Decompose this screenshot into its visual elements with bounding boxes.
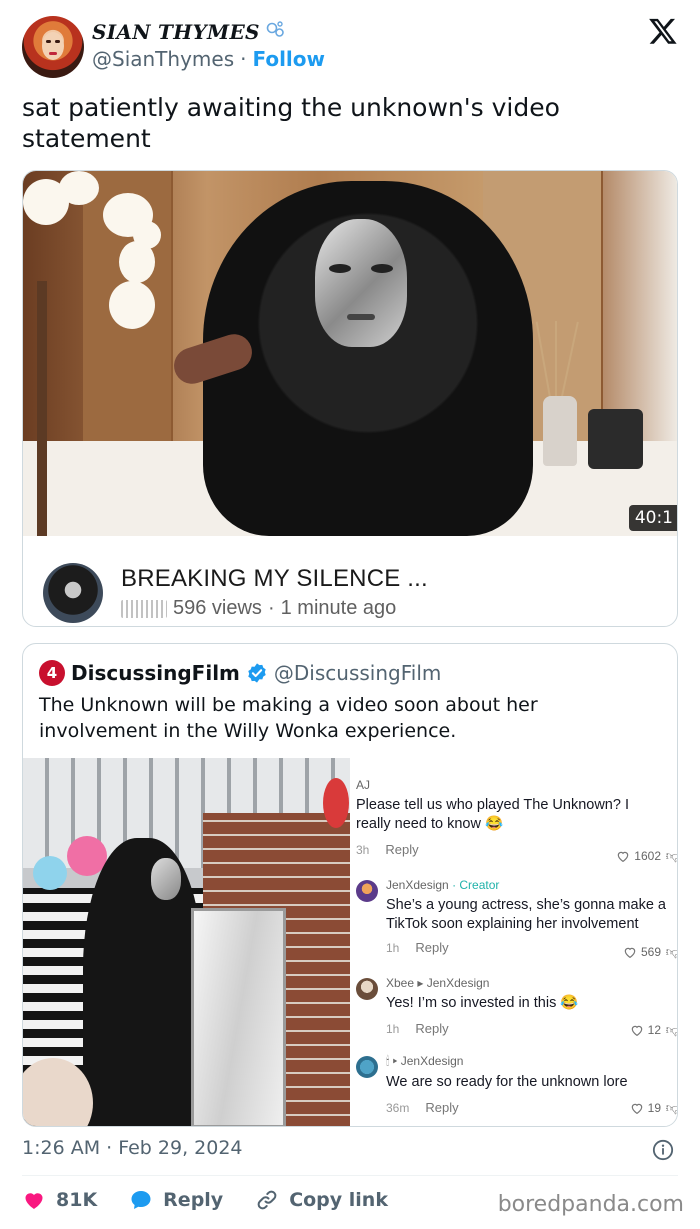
video-age: 1 minute ago (280, 597, 397, 619)
comment-user-row: 🕯 ▸ JenXdesign (350, 1054, 677, 1069)
comment-text: Yes! I’m so invested in this 😂 (386, 995, 579, 1011)
comment-avatar[interactable] (356, 978, 378, 1000)
comment-reply-to[interactable]: JenXdesign (427, 976, 490, 990)
channel-avatar[interactable] (43, 563, 103, 623)
creator-tag: · Creator (452, 878, 500, 892)
comment-reply-button[interactable]: Reply (415, 1021, 448, 1036)
author-display-name[interactable]: SIAN THYMES (92, 20, 260, 44)
quoted-tweet[interactable]: 4 DiscussingFilm @DiscussingFilm The Unk… (22, 643, 678, 1127)
comment-user-row: Xbee ▸ JenXdesign (350, 976, 677, 990)
comment-like-count: 19 (647, 1101, 661, 1115)
comment-item: Xbee ▸ JenXdesign Yes! I’m so invested i… (350, 976, 677, 1038)
comment-like-count: 569 (640, 945, 661, 959)
separator: · (267, 597, 275, 619)
like-count: 81K (56, 1189, 98, 1211)
heart-icon (25, 1193, 43, 1209)
quoted-name[interactable]: DiscussingFilm (71, 661, 240, 685)
heart-outline-icon (631, 1103, 642, 1115)
video-views: 596 views (173, 597, 262, 619)
quoted-handle[interactable]: @DiscussingFilm (274, 661, 441, 685)
verified-badge-icon (248, 663, 266, 683)
discussingfilm-logo-icon[interactable]: 4 (39, 660, 65, 686)
quoted-photo[interactable] (23, 758, 350, 1126)
comment-like-button[interactable]: 569 (622, 944, 661, 960)
comment-avatar[interactable] (356, 880, 378, 902)
follow-button[interactable]: Follow (252, 47, 325, 71)
reply-arrow-icon: ▸ (417, 976, 424, 990)
speech-bubble-icon (131, 1191, 151, 1209)
thumbs-down-icon[interactable]: 👎︎ (666, 848, 677, 864)
copy-link-label: Copy link (289, 1189, 388, 1211)
x-logo-icon[interactable] (648, 16, 678, 46)
video-meta: 596 views · 1 minute ago (121, 597, 396, 620)
separator: · (240, 47, 247, 71)
action-bar: 81K Reply Copy link (22, 1188, 420, 1212)
comment-age: 1h (386, 940, 400, 955)
info-icon[interactable] (652, 1139, 674, 1161)
comment-item: AJ Please tell us who played The Unknown… (350, 778, 677, 863)
comment-avatar[interactable] (356, 1056, 378, 1078)
comment-reply-to[interactable]: JenXdesign (401, 1054, 464, 1068)
comment-age: 36m (386, 1100, 410, 1115)
comment-like-button[interactable]: 19 (629, 1100, 661, 1116)
comment-age: 3h (356, 842, 370, 857)
comment-reply-button[interactable]: Reply (415, 940, 448, 955)
bubbles-icon (266, 20, 286, 44)
tweet-text: sat patiently awaiting the unknown's vid… (22, 93, 560, 153)
video-title[interactable]: BREAKING MY SILENCE ... (121, 565, 428, 593)
comment-item: JenXdesign · Creator She’s a young actre… (350, 878, 677, 959)
quoted-text: The Unknown will be making a video soon … (39, 694, 538, 742)
tweet-timestamp[interactable]: 1:26 AM · Feb 29, 2024 (22, 1137, 243, 1159)
comment-like-button[interactable]: 1602 (615, 848, 661, 864)
comment-item: 🕯 ▸ JenXdesign We are so ready for the u… (350, 1054, 677, 1116)
link-icon (257, 1190, 277, 1210)
video-thumbnail[interactable]: 40:1 (23, 171, 677, 536)
thumbs-down-icon[interactable]: 👎︎ (666, 1100, 677, 1116)
video-card[interactable]: 40:1 BREAKING MY SILENCE ... 596 views ·… (22, 170, 678, 627)
comment-age: 1h (386, 1021, 400, 1036)
author-handle[interactable]: @SianThymes (92, 47, 234, 71)
comment-like-button[interactable]: 12 (629, 1022, 661, 1038)
like-button[interactable]: 81K (22, 1188, 97, 1212)
reply-arrow-icon: ▸ (392, 1054, 398, 1068)
comment-user-row: JenXdesign · Creator (350, 878, 677, 892)
reply-label: Reply (163, 1189, 224, 1211)
channel-scribble (121, 599, 167, 618)
divider (22, 1175, 678, 1176)
author-name-row: SIAN THYMES (92, 20, 286, 44)
comment-like-count: 12 (647, 1023, 661, 1037)
comment-user[interactable]: JenXdesign (386, 878, 449, 892)
comments-panel: AJ Please tell us who played The Unknown… (350, 758, 677, 1126)
comment-text: Please tell us who played The Unknown? I… (356, 797, 629, 832)
comment-text: She’s a young actress, she’s gonna make … (386, 897, 666, 932)
comment-text: We are so ready for the unknown lore (386, 1074, 628, 1090)
heart-outline-icon (624, 947, 636, 959)
heart-outline-icon (618, 851, 629, 863)
comment-like-count: 1602 (634, 849, 661, 863)
comment-user[interactable]: Xbee (386, 976, 414, 990)
comment-reply-button[interactable]: Reply (385, 842, 418, 857)
comment-reply-button[interactable]: Reply (425, 1100, 458, 1115)
thumbs-down-icon[interactable]: 👎︎ (666, 1022, 677, 1038)
quoted-header: 4 DiscussingFilm @DiscussingFilm (39, 660, 441, 686)
video-duration: 40:1 (628, 505, 677, 531)
reply-button[interactable]: Reply (129, 1188, 223, 1212)
thumbs-down-icon[interactable]: 👎︎ (666, 944, 677, 960)
watermark: boredpanda.com (497, 1192, 684, 1217)
heart-outline-icon (631, 1025, 642, 1037)
tweet-card: SIAN THYMES @SianThymes · Follow sat pat… (0, 0, 700, 1229)
comment-user[interactable]: AJ (350, 778, 677, 792)
author-handle-row: @SianThymes · Follow (92, 47, 325, 71)
copy-link-button[interactable]: Copy link (255, 1188, 388, 1212)
comment-user[interactable]: 🕯 (386, 1054, 389, 1068)
author-avatar[interactable] (22, 16, 84, 78)
